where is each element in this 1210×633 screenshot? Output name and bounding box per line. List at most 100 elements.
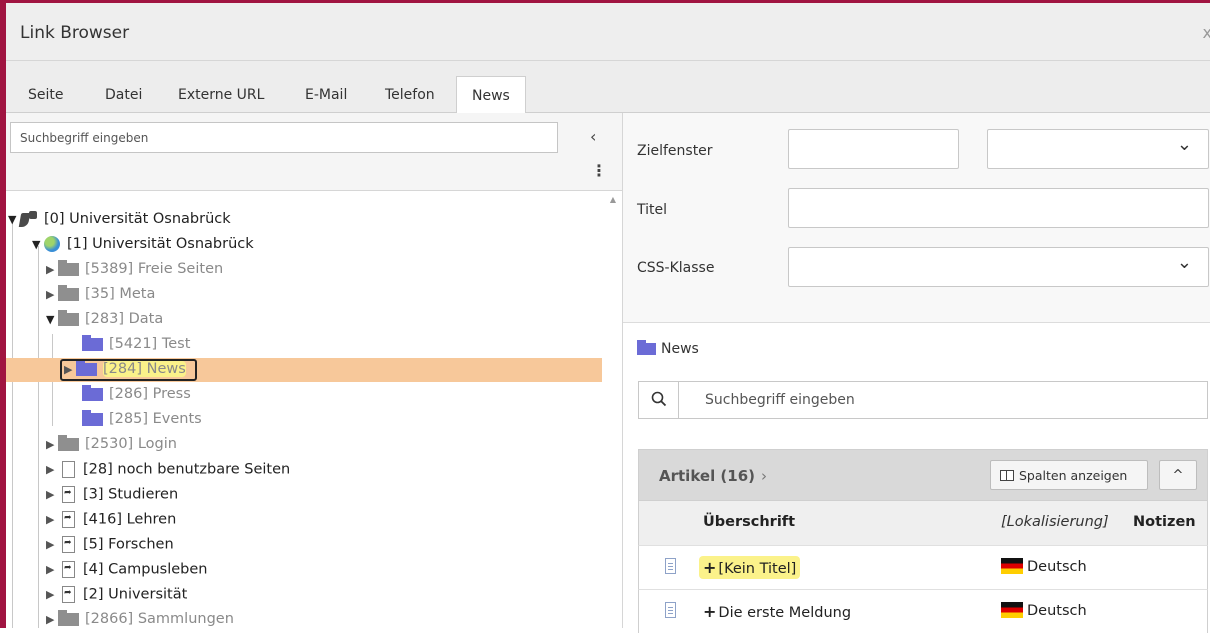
tab-telefon[interactable]: Telefon xyxy=(385,87,435,103)
shortcut-page-icon xyxy=(62,586,75,603)
folder-icon xyxy=(82,334,103,351)
collapse-tree-icon[interactable]: ‹ xyxy=(590,127,596,146)
german-flag-icon xyxy=(1001,602,1023,618)
tree-line xyxy=(38,246,39,628)
dialog-title: Link Browser xyxy=(20,23,130,43)
news-search-input[interactable]: Suchbegriff eingeben xyxy=(705,392,855,408)
folder-icon xyxy=(82,409,103,426)
news-title-link[interactable]: + Die erste Meldung xyxy=(703,602,851,621)
tree-node[interactable]: ▶[416] Lehren xyxy=(46,511,176,533)
expand-arrow-icon[interactable]: ▼ xyxy=(46,313,58,326)
news-record-icon xyxy=(665,558,676,574)
page-tree-panel: Suchbegriff eingeben ‹ ⋮ ▲ ▼ [0] Universi… xyxy=(6,113,623,628)
column-header-notes: Notizen xyxy=(1133,514,1196,530)
columns-icon xyxy=(1000,470,1014,481)
plus-icon: + xyxy=(703,602,717,621)
tree-node[interactable]: ▼ [1] Universität Osnabrück xyxy=(32,236,254,258)
plus-icon: + xyxy=(703,558,717,577)
zielfenster-select[interactable] xyxy=(987,129,1209,169)
folder-icon xyxy=(58,309,79,326)
tree-node[interactable]: ▶ [35] Meta xyxy=(46,284,155,308)
news-record-icon xyxy=(665,602,676,618)
tab-datei[interactable]: Datei xyxy=(105,87,142,103)
folder-icon xyxy=(58,609,79,626)
tree-node[interactable]: ▼ [0] Universität Osnabrück xyxy=(8,211,231,233)
news-title-link[interactable]: + [Kein Titel] xyxy=(699,556,801,579)
expand-arrow-icon[interactable]: ▼ xyxy=(32,238,44,251)
zielfenster-label: Zielfenster xyxy=(637,143,713,159)
tree-node[interactable]: ▶[4] Campusleben xyxy=(46,561,208,583)
tree-menu-icon[interactable]: ⋮ xyxy=(591,161,607,180)
link-attributes-form: Zielfenster Titel CSS-Klasse xyxy=(623,113,1210,323)
folder-icon xyxy=(82,384,103,401)
show-columns-button[interactable]: Spalten anzeigen xyxy=(990,460,1148,490)
news-search-field[interactable]: Suchbegriff eingeben xyxy=(638,381,1208,419)
globe-icon xyxy=(44,236,60,252)
news-list-title[interactable]: Artikel (16) › xyxy=(659,467,767,485)
breadcrumb: News xyxy=(637,340,699,357)
language-label: Deutsch xyxy=(1001,558,1087,575)
tree-node[interactable]: ▶ [28] noch benutzbare Seiten xyxy=(46,461,290,483)
german-flag-icon xyxy=(1001,558,1023,574)
tree-node[interactable]: [285] Events xyxy=(82,409,202,433)
tree-node[interactable]: ▶[5] Forschen xyxy=(46,536,174,558)
expand-arrow-icon[interactable]: ▶ xyxy=(46,613,58,626)
titel-label: Titel xyxy=(637,202,668,218)
expand-arrow-icon[interactable]: ▶ xyxy=(46,288,58,301)
shortcut-page-icon xyxy=(62,536,75,553)
folder-icon xyxy=(58,259,79,276)
tree-node[interactable]: ▶[2] Universität xyxy=(46,586,187,608)
news-table-header: Überschrift [Lokalisierung] Notizen xyxy=(638,501,1208,545)
collapse-list-button[interactable]: ^ xyxy=(1159,460,1197,490)
chevron-right-icon: › xyxy=(761,467,768,485)
chevron-up-icon: ^ xyxy=(1172,468,1184,483)
folder-icon xyxy=(58,284,79,301)
tab-externe-url[interactable]: Externe URL xyxy=(178,87,264,103)
tree-node[interactable]: ▶[3] Studieren xyxy=(46,486,178,508)
shortcut-page-icon xyxy=(62,561,75,578)
tree-node[interactable]: ▶ [5389] Freie Seiten xyxy=(46,259,223,283)
css-klasse-select[interactable] xyxy=(788,247,1209,287)
column-header-localization: [Lokalisierung] xyxy=(1001,514,1109,530)
zielfenster-input[interactable] xyxy=(788,129,959,169)
expand-arrow-icon[interactable]: ▶ xyxy=(46,263,58,276)
titel-input[interactable] xyxy=(788,188,1209,228)
tab-bar: Seite Datei Externe URL E-Mail Telefon N… xyxy=(6,61,1210,113)
news-list-header: Artikel (16) › Spalten anzeigen ^ xyxy=(638,449,1208,501)
scroll-up-icon[interactable]: ▲ xyxy=(610,195,616,204)
expand-arrow-icon[interactable]: ▼ xyxy=(8,213,20,226)
page-icon xyxy=(62,461,75,478)
expand-arrow-icon[interactable]: ▶ xyxy=(46,588,58,601)
expand-arrow-icon[interactable]: ▶ xyxy=(46,438,58,451)
tab-email[interactable]: E-Mail xyxy=(305,87,347,103)
expand-arrow-icon[interactable]: ▶ xyxy=(46,538,58,551)
expand-arrow-icon[interactable]: ▶ xyxy=(46,488,58,501)
tree-node[interactable]: [286] Press xyxy=(82,384,191,408)
tree-node[interactable]: ▶ [2530] Login xyxy=(46,434,177,458)
page-tree: ▲ ▼ [0] Universität Osnabrück ▼ [1] Univer… xyxy=(6,191,622,628)
tab-seite[interactable]: Seite xyxy=(28,87,64,103)
column-header-title[interactable]: Überschrift xyxy=(703,514,795,530)
page-tree-search-input[interactable]: Suchbegriff eingeben xyxy=(10,122,558,153)
search-icon[interactable] xyxy=(639,382,679,418)
page-tree-toolbar: Suchbegriff eingeben ‹ ⋮ xyxy=(6,113,622,191)
dialog-header: Link Browser x xyxy=(6,3,1210,61)
link-settings-panel: Zielfenster Titel CSS-Klasse News Suchbe… xyxy=(623,113,1210,633)
css-klasse-label: CSS-Klasse xyxy=(637,260,715,276)
folder-icon xyxy=(58,434,79,451)
tree-node[interactable]: ▶ [2866] Sammlungen xyxy=(46,609,234,633)
typo3-logo-icon xyxy=(20,211,38,227)
tab-news[interactable]: News xyxy=(456,76,526,113)
expand-arrow-icon[interactable]: ▶ xyxy=(46,563,58,576)
folder-icon xyxy=(637,340,656,355)
tree-line xyxy=(12,221,13,628)
table-row[interactable]: + Die erste Meldung Deutsch xyxy=(638,589,1208,633)
expand-arrow-icon[interactable]: ▶ xyxy=(46,513,58,526)
tree-node[interactable]: ▼ [283] Data xyxy=(46,309,163,333)
close-icon[interactable]: x xyxy=(1203,23,1210,42)
selection-focus-box xyxy=(60,359,197,381)
expand-arrow-icon[interactable]: ▶ xyxy=(46,463,58,476)
shortcut-page-icon xyxy=(62,486,75,503)
tree-node[interactable]: [5421] Test xyxy=(82,334,190,358)
table-row[interactable]: + [Kein Titel] Deutsch xyxy=(638,545,1208,589)
